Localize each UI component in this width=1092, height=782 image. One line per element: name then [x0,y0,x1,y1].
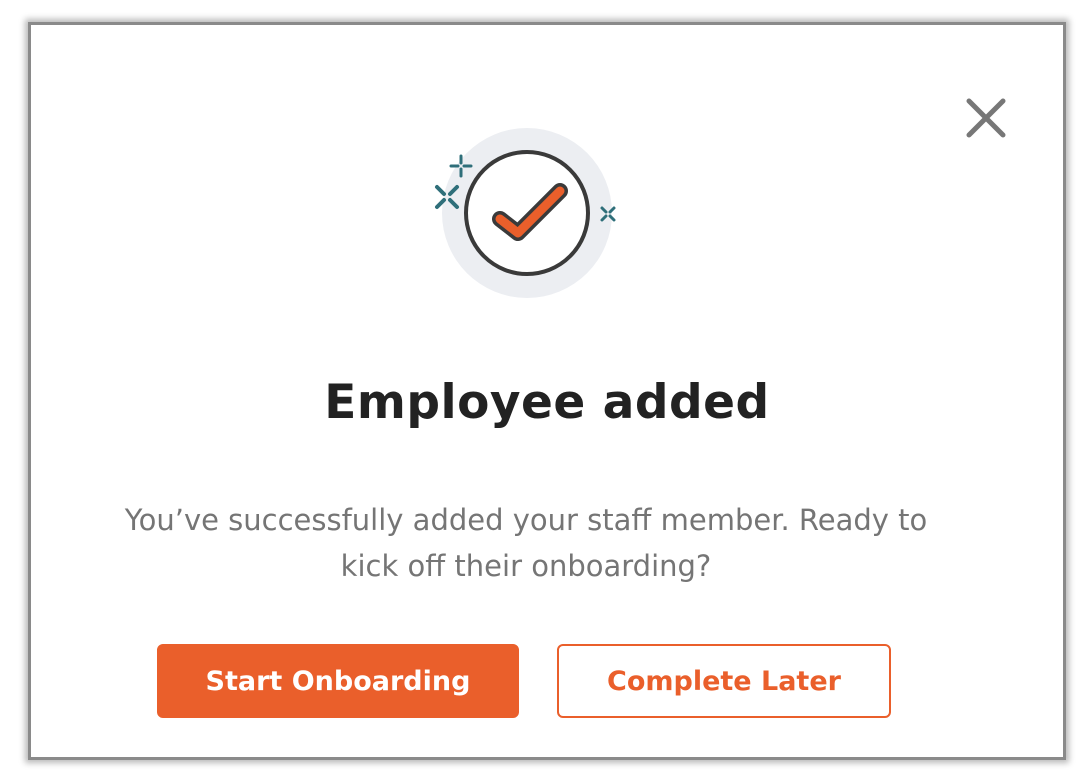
dialog-title: Employee added [324,375,770,430]
complete-later-button[interactable]: Complete Later [557,644,891,718]
dialog-message: You’ve successfully added your staff mem… [124,503,928,583]
close-icon [966,98,1006,138]
employee-added-dialog: Employee added You’ve successfully added… [28,22,1066,760]
start-onboarding-button[interactable]: Start Onboarding [157,644,519,718]
success-illustration [426,123,626,303]
close-button[interactable] [961,93,1011,143]
backdrop: Employee added You’ve successfully added… [0,0,1092,782]
